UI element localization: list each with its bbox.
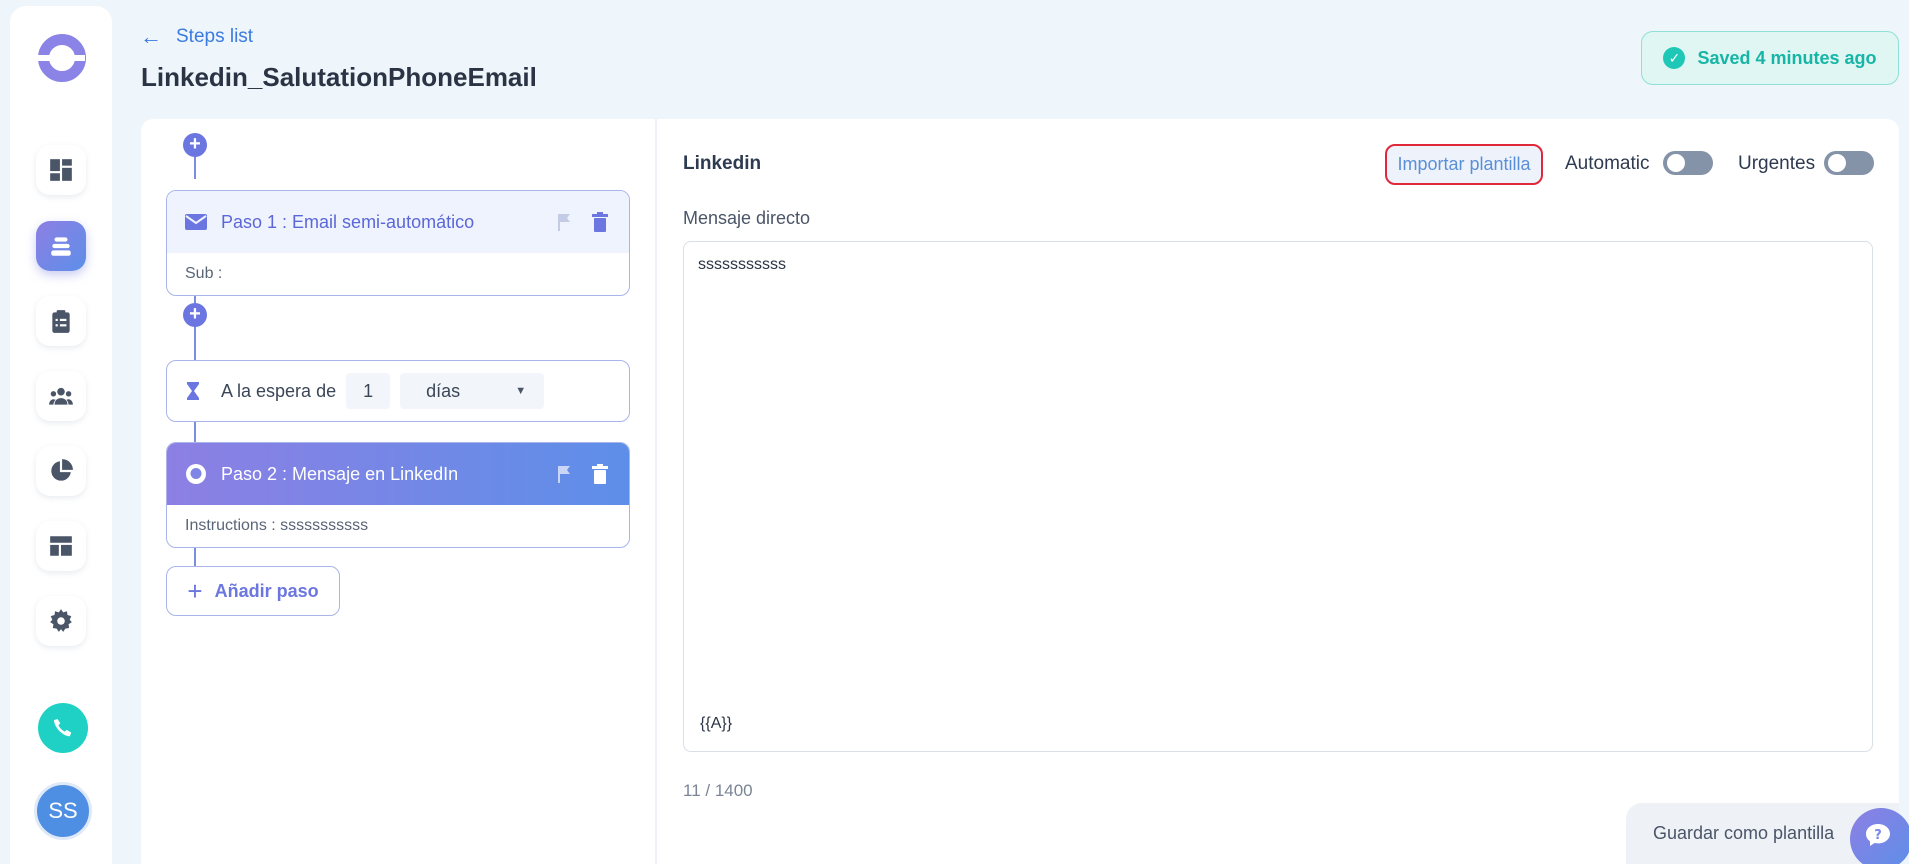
caret-down-icon: ▼ xyxy=(515,385,527,397)
wait-unit-value: días xyxy=(426,380,461,401)
insert-step-button[interactable]: + xyxy=(183,303,207,327)
clipboard-icon xyxy=(52,310,70,333)
timeline-connector xyxy=(194,421,196,443)
sidebar-item-settings[interactable] xyxy=(36,596,86,646)
channel-title: Linkedin xyxy=(683,153,762,174)
message-textarea[interactable]: sssssssssss {{A}} xyxy=(683,241,1873,752)
wait-amount-input[interactable]: 1 xyxy=(346,373,391,409)
plus-icon: + xyxy=(187,576,203,606)
saved-status-text: Saved 4 minutes ago xyxy=(1697,47,1877,68)
variable-tag[interactable]: {{A}} xyxy=(700,715,732,733)
step-card-1[interactable]: Paso 1 : Email semi-automático Sub : xyxy=(166,190,630,296)
flag-icon[interactable] xyxy=(553,463,575,485)
back-link-label: Steps list xyxy=(176,26,254,47)
layout-icon xyxy=(50,536,72,556)
wait-delay-card: A la espera de 1 días ▼ xyxy=(166,360,630,422)
timeline-connector xyxy=(194,547,196,567)
step-card-2[interactable]: Paso 2 : Mensaje en LinkedIn Instruction… xyxy=(166,442,630,548)
step-header[interactable]: Paso 1 : Email semi-automático xyxy=(167,191,629,253)
pie-chart-icon xyxy=(51,459,73,481)
sidebar-item-tasks[interactable] xyxy=(36,296,86,346)
arrow-left-icon: ← xyxy=(140,24,162,49)
gear-icon xyxy=(50,609,72,632)
message-field-label: Mensaje directo xyxy=(683,208,811,228)
help-bubble-icon: ? xyxy=(1866,824,1890,846)
chat-bubble-icon xyxy=(185,463,207,485)
sidebar-item-dashboard[interactable] xyxy=(36,145,86,195)
import-template-button[interactable]: Importar plantilla xyxy=(1385,144,1543,185)
urgent-label: Urgentes xyxy=(1738,153,1816,174)
sidebar-item-templates[interactable] xyxy=(36,521,86,571)
sequence-editor-card: + + Paso 1 : Email semi-automático Sub :… xyxy=(141,119,1899,864)
step-summary: Instructions : sssssssssss xyxy=(185,517,369,534)
help-chat-button[interactable]: ? xyxy=(1850,808,1909,864)
dashboard-icon xyxy=(50,159,72,181)
message-text: sssssssssss xyxy=(698,256,786,273)
insert-step-button[interactable]: + xyxy=(183,133,207,157)
sidebar: SS xyxy=(10,6,112,864)
column-divider xyxy=(655,119,657,864)
step-summary: Sub : xyxy=(185,265,223,282)
add-step-label: Añadir paso xyxy=(214,580,319,601)
wait-unit-select[interactable]: días ▼ xyxy=(400,373,545,409)
saved-status-badge: ✓ Saved 4 minutes ago xyxy=(1641,31,1899,85)
user-avatar[interactable]: SS xyxy=(34,782,92,840)
flag-icon[interactable] xyxy=(553,211,575,233)
page-title: Linkedin_SalutationPhoneEmail xyxy=(141,62,537,92)
mail-icon xyxy=(185,211,207,233)
svg-text:?: ? xyxy=(1874,828,1882,843)
hourglass-icon xyxy=(183,382,203,400)
back-to-steps-link[interactable]: ← Steps list xyxy=(140,24,253,50)
trash-icon[interactable] xyxy=(589,463,611,485)
character-count: 11 / 1400 xyxy=(683,781,753,800)
app-logo[interactable] xyxy=(37,34,86,82)
phone-icon xyxy=(53,718,72,737)
sidebar-item-reports[interactable] xyxy=(36,446,86,496)
urgent-toggle[interactable] xyxy=(1824,151,1874,175)
sidebar-item-campaigns[interactable] xyxy=(36,221,86,271)
stack-icon xyxy=(51,237,71,256)
step-header[interactable]: Paso 2 : Mensaje en LinkedIn xyxy=(167,443,629,505)
trash-icon[interactable] xyxy=(589,211,611,233)
wait-label: A la espera de xyxy=(221,380,337,401)
automatic-toggle[interactable] xyxy=(1663,151,1713,175)
call-button[interactable] xyxy=(38,703,88,753)
add-step-button[interactable]: + Añadir paso xyxy=(166,566,340,616)
step-title: Paso 1 : Email semi-automático xyxy=(221,211,475,232)
people-icon xyxy=(49,387,73,405)
step-title: Paso 2 : Mensaje en LinkedIn xyxy=(221,463,459,484)
sidebar-item-contacts[interactable] xyxy=(36,371,86,421)
check-circle-icon: ✓ xyxy=(1663,47,1686,69)
automatic-label: Automatic xyxy=(1565,153,1650,174)
